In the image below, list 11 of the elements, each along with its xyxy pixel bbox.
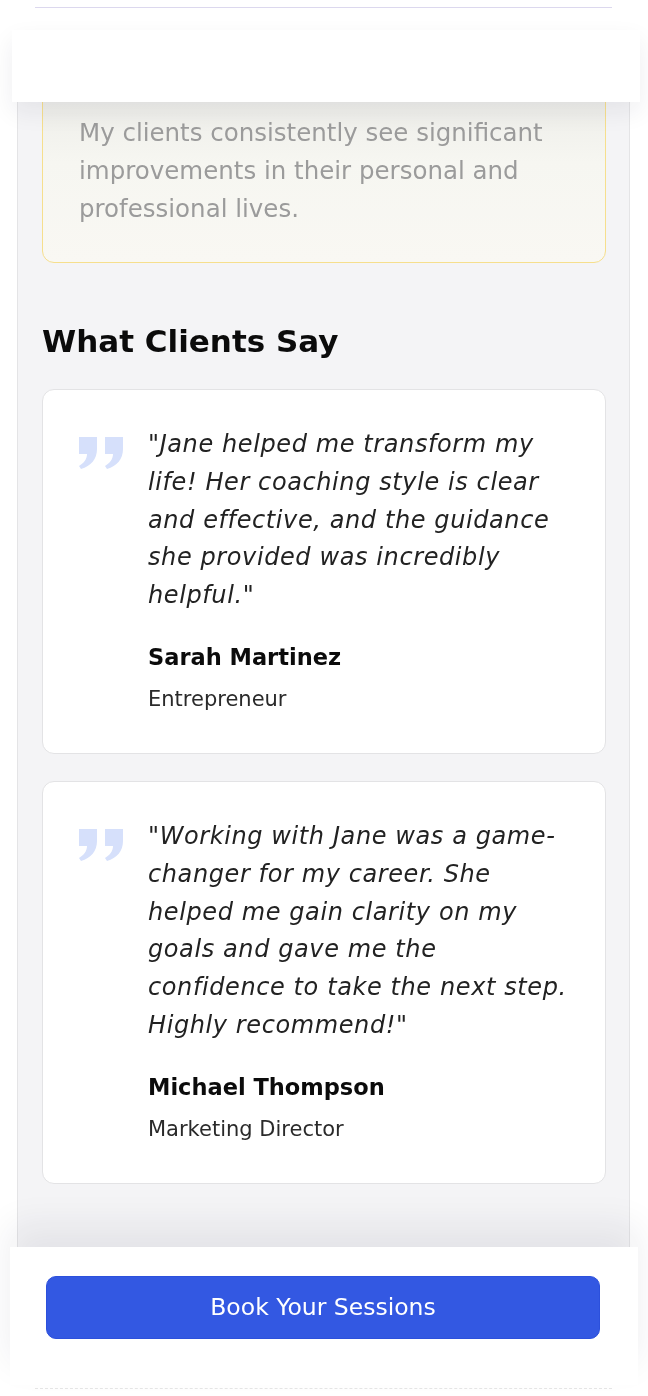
client-name: Sarah Martinez	[148, 643, 343, 672]
quote-icon	[78, 829, 124, 861]
client-role: Marketing Director	[148, 1115, 345, 1143]
info-text: My clients consistently see significant improvements in their personal and professional lives.	[79, 117, 544, 225]
testimonial-quote: "Working with Jane was a game-changer for my career. She helped me gain clarity on my goals and gave me the confidence to take the next step. Highly recommend!"	[148, 821, 568, 1041]
client-name: Michael Thompson	[148, 1072, 386, 1102]
testimonial-quote: "Jane helped me transform my life! Her coaching style is clear and effective, and the guidance she provided was incredibly helpful."	[148, 429, 551, 612]
quote-icon	[78, 437, 124, 469]
client-role: Entrepreneur	[148, 686, 288, 713]
book-sessions-button[interactable]: Book Your Sessions	[46, 1276, 600, 1339]
section-heading: What Clients Say	[42, 323, 340, 359]
